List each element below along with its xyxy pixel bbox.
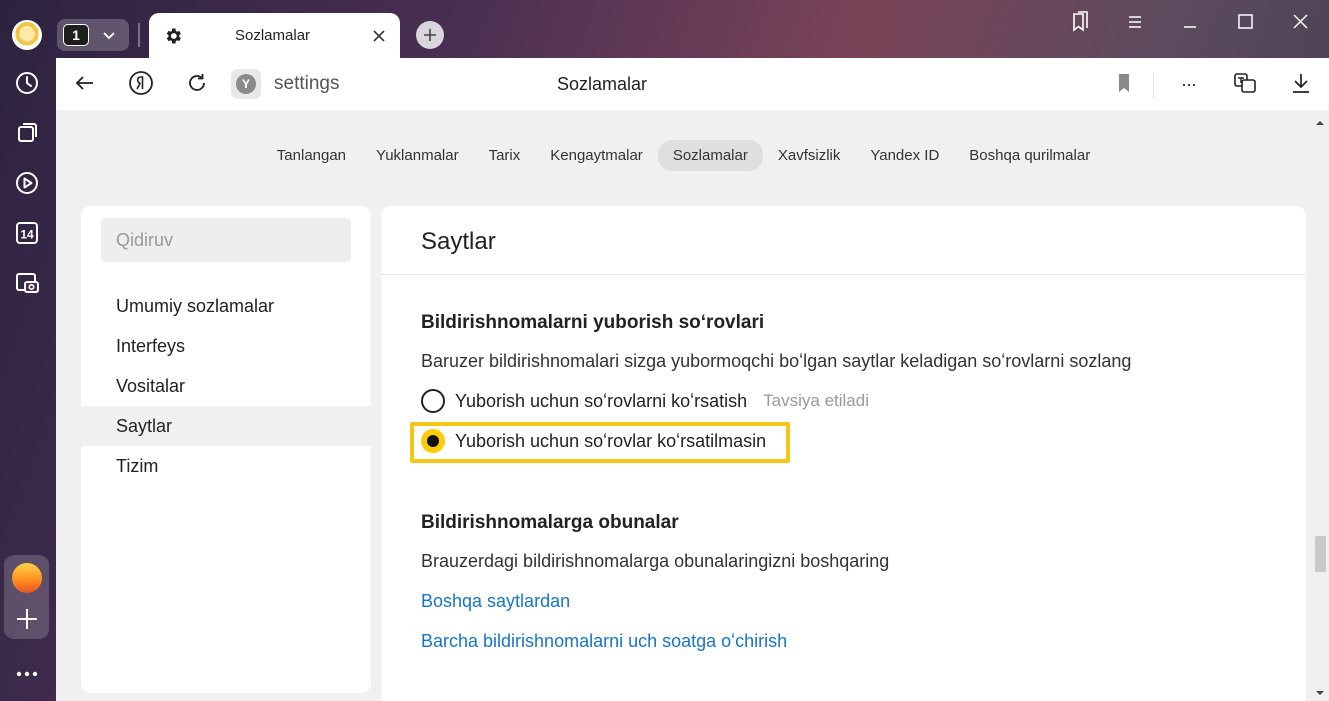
address-divider — [1153, 72, 1154, 98]
screenshot-camera-icon[interactable] — [13, 269, 41, 297]
sidebar-item-tizim[interactable]: Tizim — [81, 446, 371, 486]
more-actions-button[interactable]: ... — [1176, 70, 1202, 96]
radio-button[interactable] — [421, 389, 445, 413]
tab-count: 1 — [63, 24, 89, 46]
history-icon[interactable] — [13, 69, 41, 97]
nav-yuklanmalar[interactable]: Yuklanmalar — [361, 140, 474, 171]
bookmarks-panel-icon[interactable] — [1068, 10, 1092, 34]
back-arrow-icon[interactable] — [72, 70, 98, 96]
settings-top-nav: Tanlangan Yuklanmalar Tarix Kengaytmalar… — [56, 140, 1311, 171]
new-tab-button[interactable] — [416, 21, 444, 49]
scroll-down-arrow-icon[interactable] — [1315, 685, 1325, 695]
tab-title: Sozlamalar — [235, 27, 311, 44]
mute-notifications-link[interactable]: Barcha bildirishnomalarni uch soatga oʻc… — [421, 631, 787, 652]
reload-icon[interactable] — [184, 70, 210, 96]
recommended-hint: Tavsiya etiladi — [763, 391, 869, 410]
address-bar: Y settings Sozlamalar ... — [56, 58, 1329, 110]
nav-boshqa-qurilmalar[interactable]: Boshqa qurilmalar — [954, 140, 1105, 171]
settings-sidebar: Umumiy sozlamalar Interfeys Vositalar Sa… — [81, 206, 371, 693]
translate-icon[interactable] — [1232, 70, 1258, 96]
notifications-requests-heading: Bildirishnomalarni yuborish soʻrovlari — [421, 312, 765, 333]
settings-panel: Saytlar Bildirishnomalarni yuborish soʻr… — [381, 206, 1306, 701]
panel-divider — [381, 274, 1306, 275]
other-sites-link[interactable]: Boshqa saytlardan — [421, 591, 570, 612]
minimize-icon[interactable] — [1178, 10, 1202, 34]
page-scrollbar[interactable] — [1311, 110, 1329, 701]
chevron-down-icon — [101, 27, 117, 43]
browser-window: Y settings Sozlamalar ... Tanlangan Yukl… — [56, 58, 1329, 701]
menu-icon[interactable] — [1123, 10, 1147, 34]
notifications-requests-description: Baruzer bildirishnomalari sizga yubormoq… — [421, 351, 1132, 371]
scrollbar-thumb[interactable] — [1315, 536, 1326, 572]
nav-yandex-id[interactable]: Yandex ID — [855, 140, 954, 171]
tab-separator — [138, 23, 140, 47]
scroll-up-arrow-icon[interactable] — [1315, 115, 1325, 125]
radio-hide-requests-label[interactable]: Yuborish uchun soʻrovlar koʻrsatilmasin — [455, 431, 766, 452]
page-title: Sozlamalar — [557, 74, 648, 94]
add-app-icon[interactable] — [13, 605, 41, 633]
more-apps-icon[interactable] — [13, 660, 41, 688]
sidebar-item-interfeys[interactable]: Interfeys — [81, 326, 371, 366]
calendar-day-text: 14 — [20, 228, 34, 242]
nav-kengaytmalar[interactable]: Kengaytmalar — [535, 140, 658, 171]
radio-hide-requests[interactable]: Yuborish uchun soʻrovlar koʻrsatilmasin — [421, 428, 766, 454]
video-play-icon[interactable] — [13, 169, 41, 197]
collections-icon[interactable] — [13, 119, 41, 147]
url-text[interactable]: settings — [274, 73, 339, 95]
left-rail: 14 — [0, 0, 56, 701]
calendar-icon[interactable]: 14 — [13, 219, 41, 247]
bookmark-icon[interactable] — [1111, 70, 1137, 96]
site-security-badge[interactable]: Y — [231, 69, 261, 99]
sidebar-item-umumiy[interactable]: Umumiy sozlamalar — [81, 286, 371, 326]
close-window-icon[interactable] — [1288, 10, 1312, 34]
radio-button-selected[interactable] — [421, 429, 445, 453]
profile-avatar[interactable] — [12, 20, 42, 50]
subscriptions-description: Brauzerdagi bildirishnomalarga obunalari… — [421, 551, 890, 571]
radio-show-requests[interactable]: Yuborish uchun soʻrovlarni koʻrsatish Ta… — [421, 388, 869, 414]
plus-icon — [424, 29, 436, 41]
yandex-logo-icon[interactable] — [128, 70, 154, 96]
nav-tanlangan[interactable]: Tanlangan — [262, 140, 361, 171]
subscriptions-heading: Bildirishnomalarga obunalar — [421, 512, 679, 533]
sidebar-item-saytlar[interactable]: Saytlar — [81, 406, 371, 446]
settings-content: Tanlangan Yuklanmalar Tarix Kengaytmalar… — [56, 110, 1311, 701]
radio-show-requests-label[interactable]: Yuborish uchun soʻrovlarni koʻrsatish — [455, 391, 747, 412]
nav-xavfsizlik[interactable]: Xavfsizlik — [763, 140, 856, 171]
sidebar-item-vositalar[interactable]: Vositalar — [81, 366, 371, 406]
tab-settings[interactable]: Sozlamalar — [149, 13, 400, 59]
search-input[interactable] — [101, 218, 351, 262]
maximize-icon[interactable] — [1233, 10, 1257, 34]
mail-app-icon[interactable] — [12, 563, 42, 593]
gear-icon — [163, 26, 183, 46]
close-tab-icon[interactable] — [371, 28, 387, 44]
nav-sozlamalar[interactable]: Sozlamalar — [657, 140, 763, 171]
panel-title: Saytlar — [421, 228, 496, 255]
nav-tarix[interactable]: Tarix — [474, 140, 536, 171]
downloads-icon[interactable] — [1288, 70, 1314, 96]
yandex-badge-icon: Y — [236, 74, 256, 94]
tab-counter-button[interactable]: 1 — [57, 19, 129, 51]
